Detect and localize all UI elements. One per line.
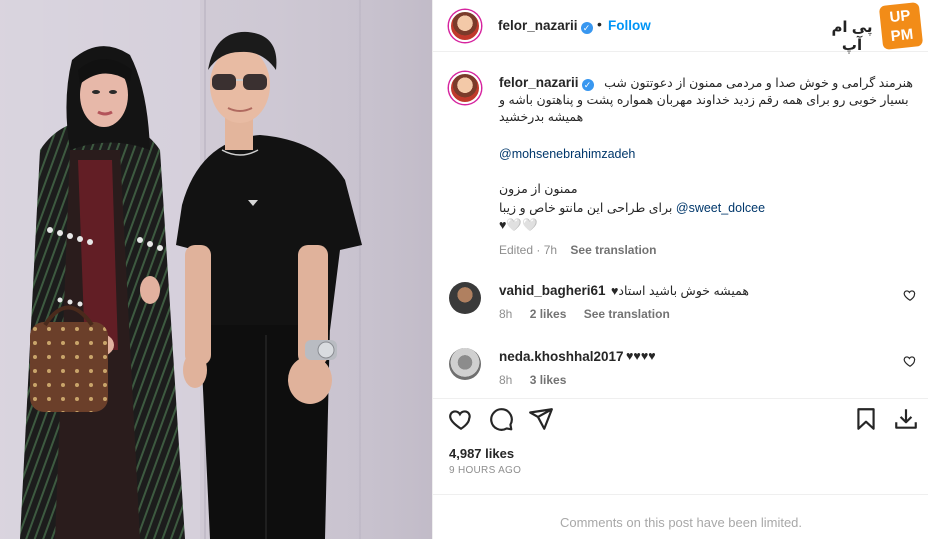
verified-badge-icon: ✓: [580, 22, 593, 34]
comment-text: ♥♥♥♥: [626, 349, 656, 363]
logo-badge: UP PM: [878, 2, 924, 50]
comment-icon[interactable]: [488, 406, 514, 432]
comment-like-heart-icon[interactable]: [903, 354, 917, 368]
comment-item: neda.khoshhal2017 ♥♥♥♥ 8h 3 likes: [433, 346, 928, 406]
post-timestamp[interactable]: 9 HOURS AGO: [449, 465, 521, 476]
comment-username[interactable]: neda.khoshhal2017: [499, 349, 624, 364]
logo-badge-bottom: PM: [889, 25, 915, 46]
mention-link-1[interactable]: @mohsenebrahimzadeh: [499, 146, 913, 163]
comment-username[interactable]: vahid_bagheri61: [499, 283, 606, 298]
comments-limited-notice: Comments on this post have been limited.: [559, 515, 803, 530]
heart-icon[interactable]: [448, 406, 474, 432]
edited-label: Edited: [499, 243, 534, 257]
comment-item: vahid_bagheri61 همیشه خوش باشید استاد♥ 8…: [433, 280, 928, 340]
caption-username[interactable]: felor_nazarii ✓: [499, 75, 598, 91]
comment-like-heart-icon[interactable]: [903, 288, 917, 302]
caption-line-5: برای طراحی این مانتو خاص و زیبا @sweet_d…: [499, 201, 766, 215]
comment-meta: 8h 2 likes See translation: [499, 307, 684, 321]
caption-line-4: ممنون از مزون: [499, 182, 578, 196]
logo-text: پی ام آپ: [831, 19, 873, 54]
bookmark-icon[interactable]: [853, 406, 879, 432]
caption-verified-icon: ✓: [581, 79, 594, 91]
caption-line-6: ♥🤍🤍: [499, 218, 538, 232]
post-photo[interactable]: [0, 0, 432, 539]
comment-text: همیشه خوش باشید استاد♥: [611, 284, 749, 298]
watermark-logo: پی ام آپ UP PM: [821, 2, 925, 54]
post-header: felor_nazarii ✓ • Follow پی ام آپ UP PM: [433, 0, 928, 54]
header-dot-separator: •: [597, 16, 602, 32]
comment-likes[interactable]: 2 likes: [530, 307, 567, 321]
comment-avatar[interactable]: [449, 282, 481, 314]
likes-count[interactable]: 4,987 likes: [449, 446, 514, 461]
post-actions-bar: [433, 398, 928, 438]
caption-see-translation[interactable]: See translation: [570, 243, 656, 257]
comment-time[interactable]: 8h: [499, 307, 512, 321]
comment-time[interactable]: 8h: [499, 373, 512, 387]
comment-avatar[interactable]: [449, 348, 481, 380]
download-icon[interactable]: [893, 406, 919, 432]
mention-link-2[interactable]: @sweet_dolcee: [676, 201, 765, 215]
comment-likes[interactable]: 3 likes: [530, 373, 567, 387]
send-icon[interactable]: [528, 406, 554, 432]
caption-meta: Edited · 7h See translation: [499, 243, 657, 257]
comment-see-translation[interactable]: See translation: [584, 307, 670, 321]
post-image: [0, 0, 432, 539]
comment-meta: 8h 3 likes: [499, 373, 580, 387]
follow-button[interactable]: Follow: [608, 18, 651, 33]
post-side-panel: felor_nazarii ✓ • Follow پی ام آپ UP PM ه…: [432, 0, 928, 539]
caption-avatar[interactable]: [449, 72, 481, 104]
comments-footer: Comments on this post have been limited.: [433, 494, 928, 539]
author-avatar[interactable]: [449, 10, 481, 42]
caption-time[interactable]: 7h: [544, 243, 557, 257]
author-username[interactable]: felor_nazarii ✓: [498, 18, 593, 34]
caption-line-2: بسیار خوبی رو برای همه رقم زدید خداوند م…: [499, 93, 909, 107]
caption-line-3: همیشه بدرخشید: [499, 110, 584, 124]
